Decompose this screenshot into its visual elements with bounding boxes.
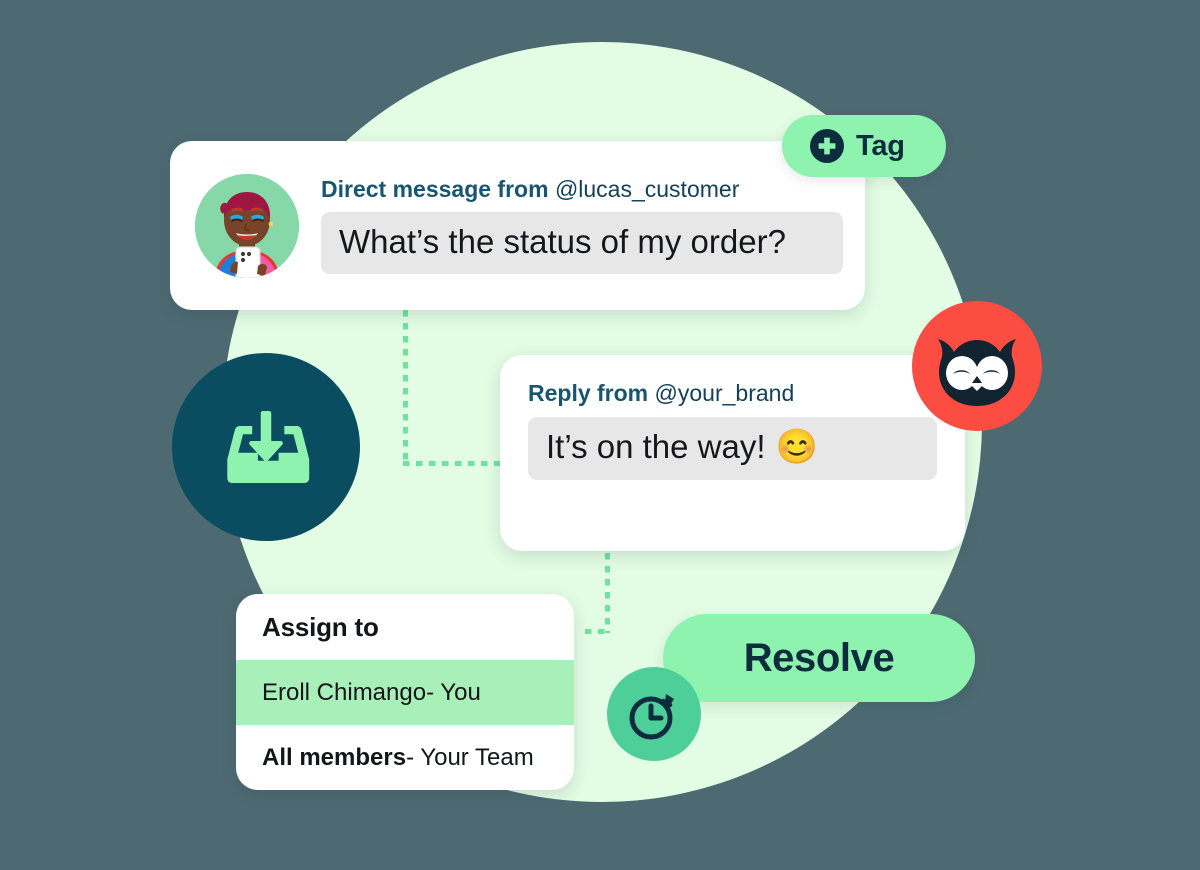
direct-message-label: Direct message from: [321, 176, 549, 203]
assign-option-all-members[interactable]: All members - Your Team: [236, 725, 574, 790]
assign-to-title: Assign to: [262, 611, 379, 642]
stopwatch-icon: [625, 685, 683, 743]
reply-bubble: It’s on the way! 😊: [528, 417, 937, 480]
avatar: [195, 173, 299, 278]
assign-option-suffix: - You: [426, 678, 481, 706]
connector-dm-to-reply-vertical: [403, 310, 408, 465]
assign-to-panel[interactable]: Assign to Eroll Chimango - You All membe…: [236, 594, 574, 790]
inbox-icon-badge[interactable]: [172, 353, 360, 541]
tag-button-label: Tag: [856, 129, 905, 162]
assign-option-suffix: - Your Team: [406, 743, 534, 771]
hootsuite-owl-badge: [912, 301, 1042, 431]
reply-label: Reply from: [528, 380, 649, 406]
assign-option-name: Eroll Chimango: [262, 678, 427, 706]
plus-circle-icon: [810, 129, 844, 163]
hootsuite-owl-logo: [925, 314, 1029, 418]
connector-reply-to-assign-vertical: [605, 553, 610, 633]
reply-card[interactable]: Reply from @your_brand It’s on the way! …: [500, 355, 965, 551]
assign-option-eroll-chimango[interactable]: Eroll Chimango - You: [236, 660, 574, 725]
resolve-button-label: Resolve: [743, 635, 895, 680]
assign-option-name: All members: [262, 743, 407, 771]
smiling-face-emoji: 😊: [775, 427, 818, 466]
direct-message-header: Direct message from @lucas_customer: [321, 177, 843, 202]
inbox-download-icon: [218, 399, 314, 495]
direct-message-text: What’s the status of my order?: [339, 222, 786, 260]
direct-message-bubble: What’s the status of my order?: [321, 211, 843, 274]
reply-handle: @your_brand: [654, 380, 795, 406]
direct-message-card[interactable]: Direct message from @lucas_customer What…: [170, 141, 865, 310]
connector-reply-to-assign-horizontal: [585, 629, 610, 634]
reply-header: Reply from @your_brand: [528, 380, 937, 406]
reply-text: It’s on the way!: [546, 428, 766, 466]
direct-message-body: Direct message from @lucas_customer What…: [321, 177, 843, 274]
stopwatch-icon-badge[interactable]: [607, 667, 701, 761]
resolve-button[interactable]: Resolve: [663, 614, 975, 702]
illustration-stage: Direct message from @lucas_customer What…: [0, 0, 1200, 870]
tag-button[interactable]: Tag: [782, 115, 946, 177]
direct-message-handle: @lucas_customer: [554, 176, 740, 203]
connector-dm-to-reply-horizontal: [403, 461, 508, 466]
